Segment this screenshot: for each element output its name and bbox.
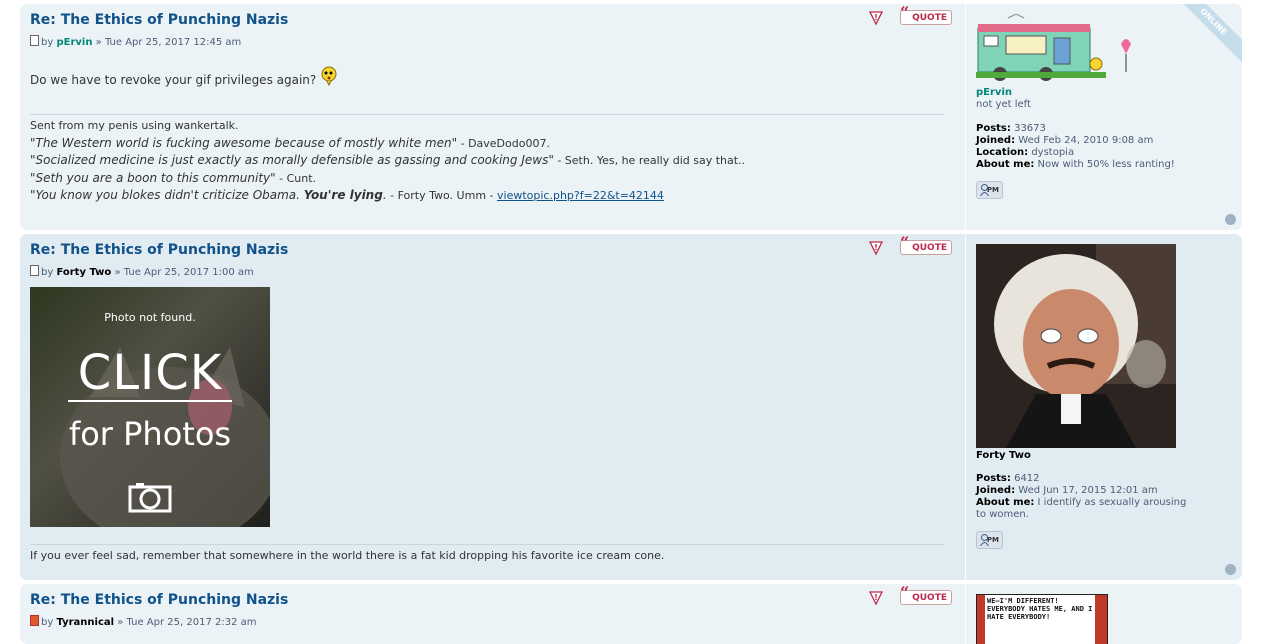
- report-icon[interactable]: !: [868, 590, 884, 606]
- quote-button[interactable]: “QUOTE: [900, 235, 952, 255]
- avatar[interactable]: [976, 14, 1138, 89]
- quote-button[interactable]: “QUOTE: [900, 585, 952, 605]
- sig-quote: "Socialized medicine is just exactly as …: [30, 153, 746, 167]
- author-link[interactable]: Tyrannical: [56, 617, 114, 628]
- camera-icon: [128, 483, 172, 513]
- sig-quote: "Seth you are a boon to this community" …: [30, 170, 317, 185]
- sig-line: Sent from my penis using wankertalk.: [30, 119, 239, 132]
- post-author-line: by pErvin » Tue Apr 25, 2017 12:45 am: [30, 35, 241, 48]
- confused-smiley-icon: [321, 66, 337, 87]
- pm-button[interactable]: PM: [976, 531, 1003, 549]
- post-title[interactable]: Re: The Ethics of Punching Nazis: [30, 12, 288, 28]
- post-icon[interactable]: [30, 615, 39, 626]
- pm-button[interactable]: PM: [976, 181, 1003, 199]
- quote-icon: “: [900, 584, 910, 602]
- post-title[interactable]: Re: The Ethics of Punching Nazis: [30, 242, 288, 258]
- user-icon: [980, 184, 989, 196]
- author-link[interactable]: Forty Two: [56, 267, 111, 278]
- post-profile: pErvin not yet left Posts: 33673 Joined:…: [965, 4, 1242, 230]
- avatar-caption: WE—I'M DIFFERENT! EVERYBODY HATES ME, AN…: [987, 597, 1093, 621]
- post-icon[interactable]: [30, 35, 39, 46]
- signature: If you ever feel sad, remember that some…: [30, 544, 944, 565]
- report-icon[interactable]: !: [868, 240, 884, 256]
- signature: Sent from my penis using wankertalk. "Th…: [30, 114, 944, 205]
- click-text[interactable]: CLICK: [30, 345, 270, 401]
- sig-quote: "You know you blokes didn't criticize Ob…: [30, 188, 664, 202]
- post-profile: Forty Two Posts: 6412 Joined: Wed Jun 17…: [965, 234, 1242, 580]
- quote-icon: “: [900, 234, 910, 252]
- post-2: Re: The Ethics of Punching Nazis by Fort…: [20, 234, 1242, 580]
- profile-stats: Posts: 33673 Joined: Wed Feb 24, 2010 9:…: [976, 123, 1175, 170]
- report-icon[interactable]: !: [868, 10, 884, 26]
- sig-quote: "The Western world is fucking awesome be…: [30, 135, 550, 150]
- post-content: Do we have to revoke your gif privileges…: [30, 66, 338, 87]
- svg-text:!: !: [874, 593, 878, 602]
- post-author-line: by Tyrannical » Tue Apr 25, 2017 2:32 am: [30, 615, 257, 628]
- avatar[interactable]: [976, 244, 1176, 448]
- post-title[interactable]: Re: The Ethics of Punching Nazis: [30, 592, 288, 608]
- for-photos-text: for Photos: [68, 415, 232, 453]
- photo-not-found-text: Photo not found.: [104, 311, 196, 324]
- quote-icon: “: [900, 4, 910, 22]
- user-icon: [980, 534, 989, 546]
- post-icon[interactable]: [30, 265, 39, 276]
- post-1: Re: The Ethics of Punching Nazis by pErv…: [20, 4, 1242, 230]
- sig-link[interactable]: viewtopic.php?f=22&t=42144: [497, 189, 664, 202]
- profile-name[interactable]: Forty Two: [976, 450, 1031, 461]
- profile-name[interactable]: pErvin: [976, 87, 1012, 98]
- author-link[interactable]: pErvin: [56, 37, 92, 48]
- svg-text:!: !: [874, 13, 878, 22]
- click-underline: [68, 400, 232, 402]
- post-date: » Tue Apr 25, 2017 12:45 am: [95, 37, 242, 48]
- post-date: » Tue Apr 25, 2017 2:32 am: [117, 617, 257, 628]
- by-label: by: [41, 37, 54, 48]
- post-date: » Tue Apr 25, 2017 1:00 am: [114, 267, 254, 278]
- avatar[interactable]: WE—I'M DIFFERENT! EVERYBODY HATES ME, AN…: [976, 594, 1108, 644]
- back-to-top-icon[interactable]: [1225, 564, 1236, 575]
- by-label: by: [41, 617, 54, 628]
- by-label: by: [41, 267, 54, 278]
- photo-placeholder[interactable]: Photo not found. CLICK for Photos: [30, 287, 270, 527]
- post-profile: WE—I'M DIFFERENT! EVERYBODY HATES ME, AN…: [965, 584, 1242, 644]
- post-author-line: by Forty Two » Tue Apr 25, 2017 1:00 am: [30, 265, 254, 278]
- post-text: Do we have to revoke your gif privileges…: [30, 73, 317, 87]
- svg-text:!: !: [874, 243, 878, 252]
- profile-rank: not yet left: [976, 99, 1031, 110]
- post-3: Re: The Ethics of Punching Nazis by Tyra…: [20, 584, 1242, 644]
- quote-button[interactable]: “QUOTE: [900, 5, 952, 25]
- profile-stats: Posts: 6412 Joined: Wed Jun 17, 2015 12:…: [976, 473, 1187, 520]
- back-to-top-icon[interactable]: [1225, 214, 1236, 225]
